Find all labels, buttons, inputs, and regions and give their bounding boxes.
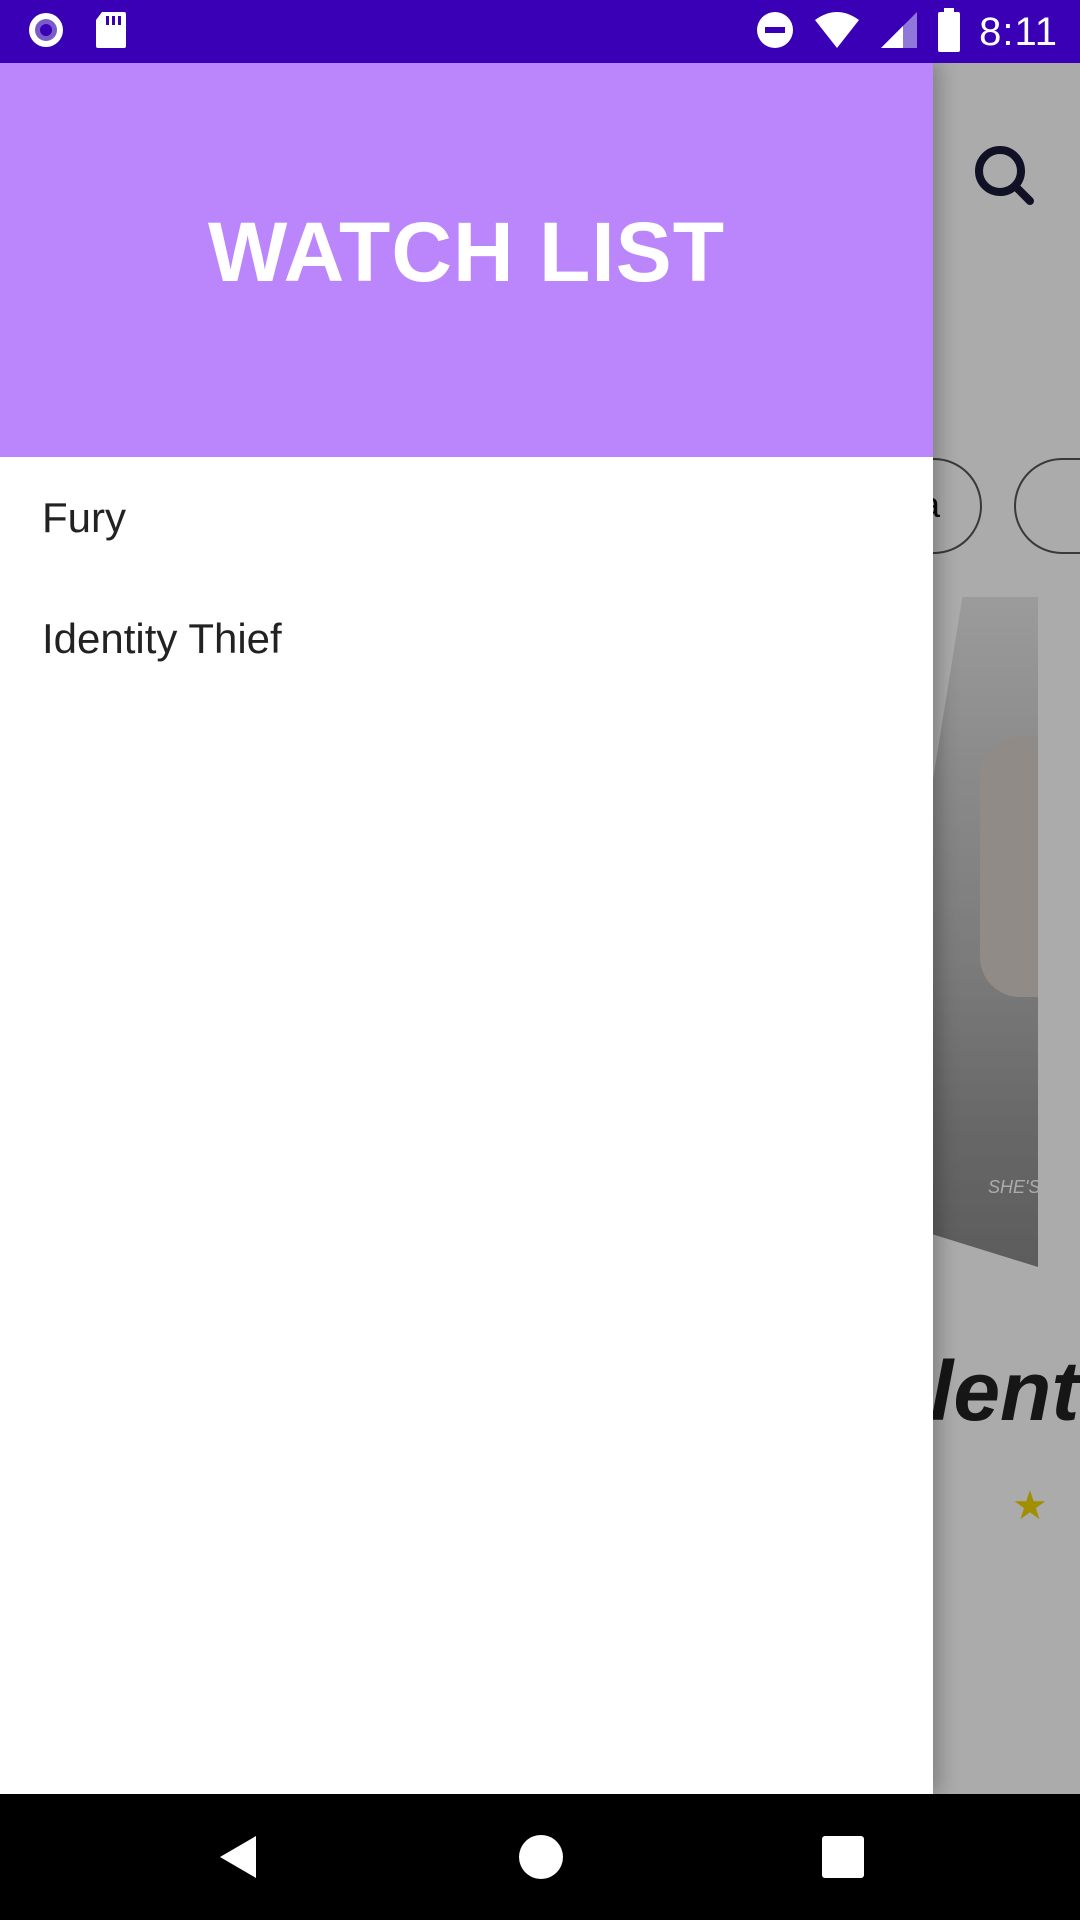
status-bar: 8:11 <box>0 0 1080 63</box>
cell-signal-icon <box>879 10 919 55</box>
watch-list: Fury Identity Thief <box>0 457 933 699</box>
screen: 8:11 oon a SHE'S lent ★ WATCH LIST Fury <box>0 0 1080 1920</box>
record-icon <box>26 10 66 55</box>
home-icon[interactable] <box>516 1832 566 1882</box>
drawer-title: WATCH LIST <box>207 204 726 299</box>
wifi-icon <box>813 10 861 55</box>
drawer-header: WATCH LIST <box>0 63 933 457</box>
status-time: 8:11 <box>979 10 1058 54</box>
watch-list-item[interactable]: Identity Thief <box>0 578 933 699</box>
navigation-drawer: WATCH LIST Fury Identity Thief <box>0 63 933 1794</box>
battery-icon <box>937 8 961 57</box>
recents-icon[interactable] <box>818 1832 868 1882</box>
back-icon[interactable] <box>214 1832 264 1882</box>
watch-list-item[interactable]: Fury <box>0 457 933 578</box>
sd-card-icon <box>94 10 128 55</box>
do-not-disturb-icon <box>755 10 795 55</box>
navigation-bar <box>0 1794 1080 1920</box>
